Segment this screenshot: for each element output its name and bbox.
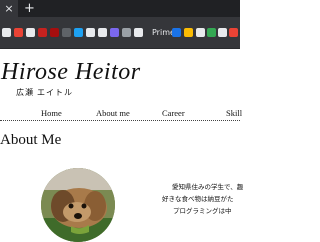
bookmark-11-icon[interactable]: [122, 28, 131, 37]
bookmark-16-icon[interactable]: [207, 28, 216, 37]
bookmark-2-icon[interactable]: [14, 28, 23, 37]
about-line-2: 好きな食べ物は納豆がた: [162, 196, 234, 203]
bookmark-15-icon[interactable]: [196, 28, 205, 37]
bookmark-13-icon[interactable]: [172, 28, 181, 37]
section-title: About Me: [0, 132, 62, 148]
tab-bar: × +: [0, 0, 240, 17]
bookmark-7-icon[interactable]: [74, 28, 83, 37]
site-title: Hirose Heitor: [1, 59, 141, 85]
new-tab-button[interactable]: +: [24, 0, 35, 17]
bookmark-5-icon[interactable]: [50, 28, 59, 37]
page: Hirose Heitor 広瀬 エイトル Home About me Care…: [0, 49, 244, 242]
bookmark-6-icon[interactable]: [62, 28, 71, 37]
profile-photo: [41, 168, 115, 242]
bookmark-14-icon[interactable]: [184, 28, 193, 37]
nav-skill[interactable]: Skill: [226, 107, 242, 119]
dog-photo-icon: [41, 168, 115, 242]
nav-about-me[interactable]: About me: [96, 107, 130, 119]
site-subtitle: 広瀬 エイトル: [16, 88, 73, 97]
bookmark-17-icon[interactable]: [218, 28, 227, 37]
bookmark-12-icon[interactable]: [134, 28, 143, 37]
close-icon[interactable]: ×: [4, 2, 13, 15]
nav-career[interactable]: Career: [162, 107, 185, 119]
bookmark-8-icon[interactable]: [86, 28, 95, 37]
nav-home[interactable]: Home: [41, 107, 62, 119]
about-line-3: プログラミングは中: [173, 208, 232, 215]
bookmark-9-icon[interactable]: [98, 28, 107, 37]
bookmark-3-icon[interactable]: [26, 28, 35, 37]
bookmarks-bar: Prime: [0, 17, 240, 49]
bookmark-18-icon[interactable]: [229, 28, 238, 37]
bookmark-10-icon[interactable]: [110, 28, 119, 37]
close-tab-button[interactable]: ×: [0, 0, 18, 17]
main-nav: Home About me Career Skill: [0, 107, 242, 121]
bookmark-1-icon[interactable]: [2, 28, 11, 37]
about-line-1: 愛知県住みの学生で、趣: [172, 184, 244, 191]
bookmark-4-icon[interactable]: [38, 28, 47, 37]
